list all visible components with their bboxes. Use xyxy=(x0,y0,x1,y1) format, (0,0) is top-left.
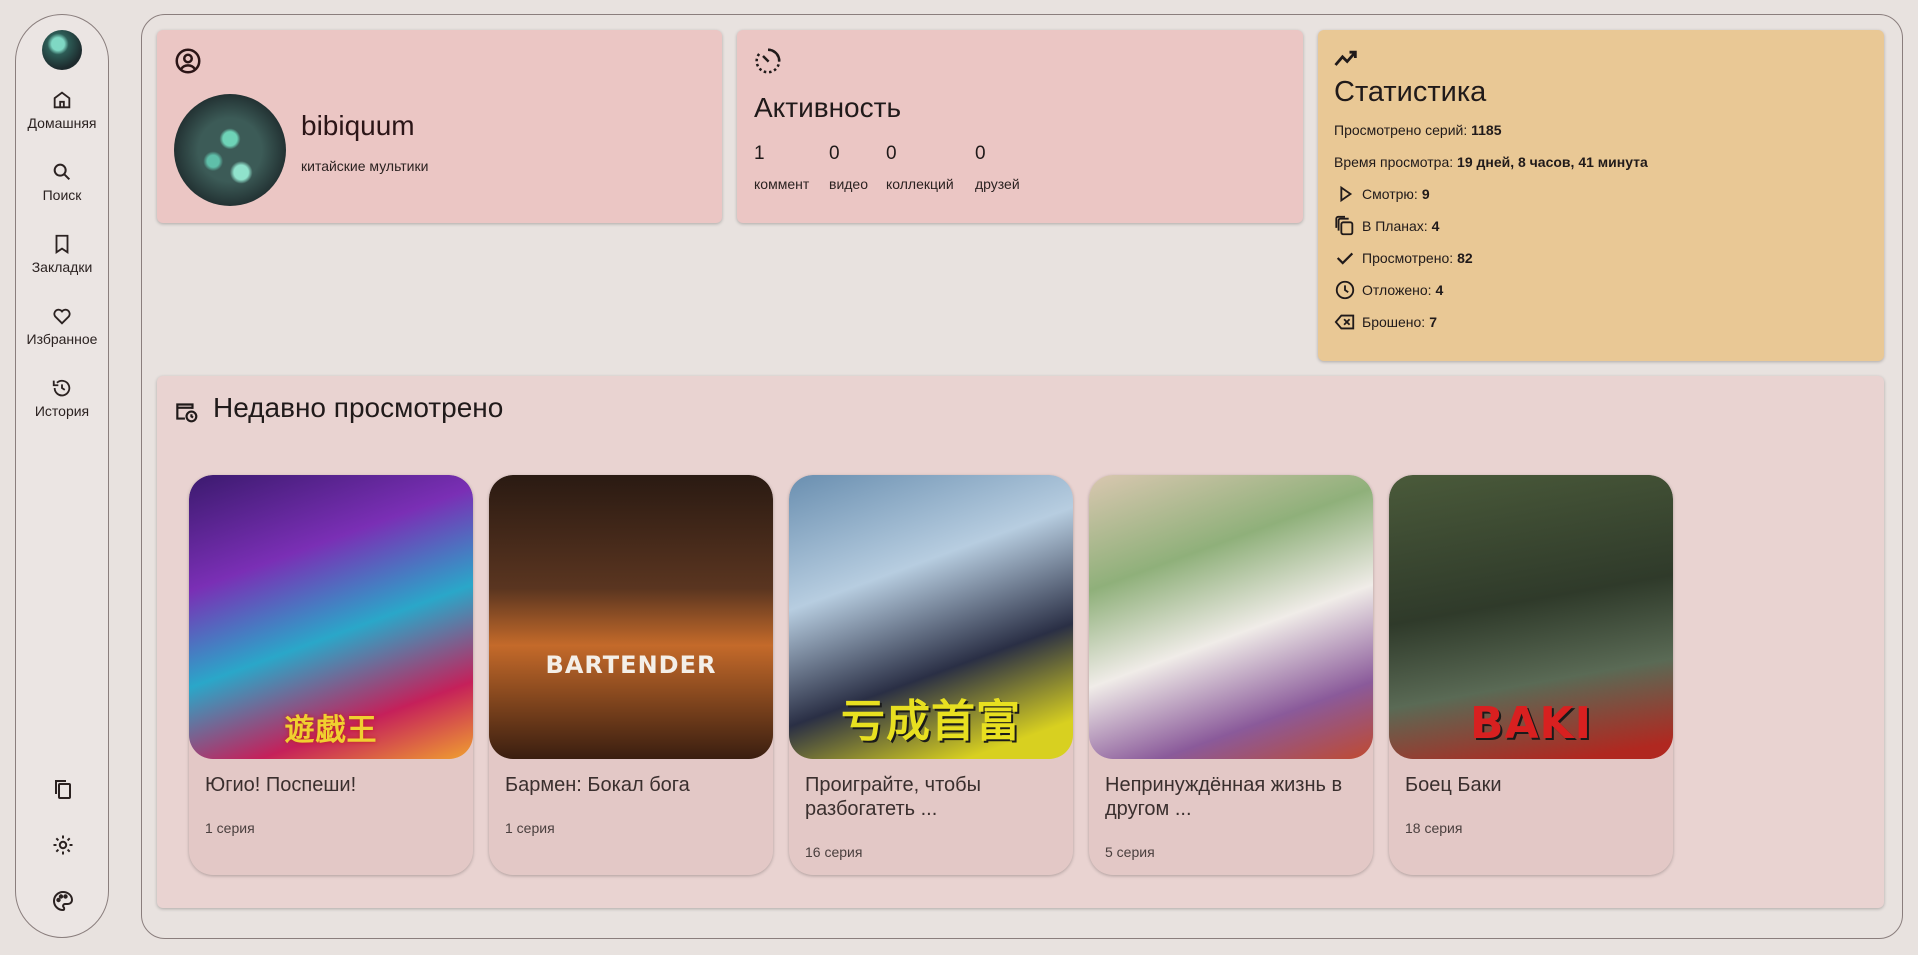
bookmark-icon xyxy=(55,234,69,254)
activity-title: Активность xyxy=(754,92,902,123)
nav-item-bookmarks[interactable]: Закладки xyxy=(16,233,108,277)
search-icon xyxy=(53,163,71,181)
copy-icon xyxy=(55,780,71,799)
profile-avatar[interactable] xyxy=(174,94,286,206)
activity-stat-comments: 1 коммент xyxy=(754,143,809,194)
activity-stat-value: 1 xyxy=(754,143,765,164)
recently-watched-title: Недавно просмотрено xyxy=(213,392,504,423)
activity-stat-label: коммент xyxy=(754,176,810,192)
stat-on-hold: Отложено: 4 xyxy=(1334,279,1443,301)
recent-item-title: Проиграйте, чтобы разбогатеть ... xyxy=(805,774,981,820)
profile-username: bibiquum xyxy=(301,110,415,141)
stat-completed: Просмотрено: 82 xyxy=(1334,247,1473,269)
recent-item-card[interactable]: Непринуждённая жизнь в другом ... 5 сери… xyxy=(1089,475,1373,875)
recent-item-episodes: 16 серия xyxy=(805,844,863,860)
stat-status-value: 82 xyxy=(1457,250,1473,266)
play-icon xyxy=(1340,185,1353,203)
stat-status-value: 7 xyxy=(1429,314,1437,330)
stat-time-label: Время просмотра: xyxy=(1334,154,1454,170)
heart-icon xyxy=(53,308,71,325)
activity-stat-videos: 0 видео xyxy=(829,143,868,194)
user-avatar[interactable] xyxy=(42,30,82,70)
activity-stat-collections: 0 коллекций xyxy=(886,143,954,194)
poster-image: 亏成首富 xyxy=(789,475,1073,759)
nav-label: Поиск xyxy=(42,187,82,203)
stat-status-label: В Планах: xyxy=(1362,218,1428,234)
nav-label: Избранное xyxy=(26,331,98,347)
poster-logo: BAKI xyxy=(1469,698,1593,749)
profile-card: bibiquum китайские мультики xyxy=(157,30,722,223)
stat-episodes-label: Просмотрено серий: xyxy=(1334,122,1468,138)
poster-image: 遊戯王 xyxy=(189,475,473,759)
stack-icon xyxy=(1335,215,1354,236)
poster-logo: 亏成首富 xyxy=(841,696,1021,747)
stat-status-label: Брошено: xyxy=(1362,314,1426,330)
settings-button[interactable] xyxy=(51,833,75,857)
activity-card: Активность 1 коммент 0 видео 0 коллекций… xyxy=(737,30,1303,223)
nav-item-search[interactable]: Поиск xyxy=(16,161,108,205)
poster-logo: 遊戯王 xyxy=(284,713,378,748)
poster-image: BAKI xyxy=(1389,475,1673,759)
poster-logo: BARTENDER xyxy=(545,651,717,679)
recent-item-episodes: 1 серия xyxy=(205,820,255,836)
stat-planned: В Планах: 4 xyxy=(1334,215,1439,237)
stat-time-value: 19 дней, 8 часов, 41 минута xyxy=(1457,154,1648,170)
settings-icon xyxy=(53,835,73,855)
theme-button[interactable] xyxy=(51,889,75,913)
stat-dropped: Брошено: 7 xyxy=(1334,311,1437,333)
recent-item-episodes: 5 серия xyxy=(1105,844,1155,860)
recent-item-title: Бармен: Бокал бога xyxy=(505,774,690,796)
stat-status-value: 4 xyxy=(1435,282,1444,298)
stat-status-value: 9 xyxy=(1421,186,1430,202)
activity-stat-label: друзей xyxy=(975,176,1020,192)
history-icon xyxy=(52,379,71,397)
navigation-rail: Домашняя Поиск Закладки Избранное Истори… xyxy=(15,14,109,938)
trending-up-icon xyxy=(1334,50,1357,66)
activity-stat-value: 0 xyxy=(886,143,897,164)
stat-status-value: 4 xyxy=(1431,218,1440,234)
home-icon xyxy=(53,91,71,109)
copy-button[interactable] xyxy=(51,777,75,801)
poster-image xyxy=(1089,475,1373,759)
activity-stat-label: видео xyxy=(829,176,868,192)
statistics-card: Статистика Просмотрено серий: 1185 Время… xyxy=(1318,30,1884,361)
recently-watched-card: Недавно просмотрено 遊戯王 Югио! Поспеши! 1… xyxy=(157,376,1884,908)
poster-image: BARTENDER xyxy=(489,475,773,759)
backspace-icon xyxy=(1334,314,1355,330)
recent-item-title: Боец Баки xyxy=(1405,774,1502,796)
stat-status-label: Смотрю: xyxy=(1362,186,1418,202)
stat-status-label: Отложено: xyxy=(1362,282,1432,298)
recent-history-icon xyxy=(176,403,198,423)
stat-watch-time: Время просмотра: 19 дней, 8 часов, 41 ми… xyxy=(1334,154,1648,170)
palette-icon xyxy=(53,890,74,912)
recent-item-title: Непринуждённая жизнь в другом ... xyxy=(1105,774,1343,820)
activity-stat-value: 0 xyxy=(975,143,986,164)
stat-watching: Смотрю: 9 xyxy=(1334,183,1430,205)
nav-item-home[interactable]: Домашняя xyxy=(16,89,108,133)
recent-item-card[interactable]: BAKI Боец Баки 18 серия xyxy=(1389,475,1673,875)
account-circle-icon xyxy=(175,48,201,74)
nav-label: Домашняя xyxy=(27,115,97,131)
nav-label: Закладки xyxy=(31,259,93,275)
recent-item-episodes: 18 серия xyxy=(1405,820,1463,836)
nav-label: История xyxy=(34,403,90,419)
recent-item-episodes: 1 серия xyxy=(505,820,555,836)
stat-episodes-value: 1185 xyxy=(1471,122,1502,138)
recent-item-title: Югио! Поспеши! xyxy=(205,774,357,796)
activity-stat-label: коллекций xyxy=(886,176,954,192)
activity-stat-value: 0 xyxy=(829,143,840,164)
timer-icon xyxy=(755,48,781,74)
stat-episodes: Просмотрено серий: 1185 xyxy=(1334,122,1502,138)
nav-item-favorites[interactable]: Избранное xyxy=(16,305,108,349)
recent-item-card[interactable]: 遊戯王 Югио! Поспеши! 1 серия xyxy=(189,475,473,875)
stat-status-label: Просмотрено: xyxy=(1362,250,1454,266)
nav-item-history[interactable]: История xyxy=(16,377,108,421)
activity-stat-friends: 0 друзей xyxy=(975,143,1020,194)
recent-item-card[interactable]: 亏成首富 Проиграйте, чтобы разбогатеть ... 1… xyxy=(789,475,1073,875)
recent-item-card[interactable]: BARTENDER Бармен: Бокал бога 1 серия xyxy=(489,475,773,875)
clock-icon xyxy=(1335,280,1355,300)
check-icon xyxy=(1336,252,1354,265)
statistics-title: Статистика xyxy=(1334,76,1487,108)
profile-bio: китайские мультики xyxy=(301,158,429,174)
